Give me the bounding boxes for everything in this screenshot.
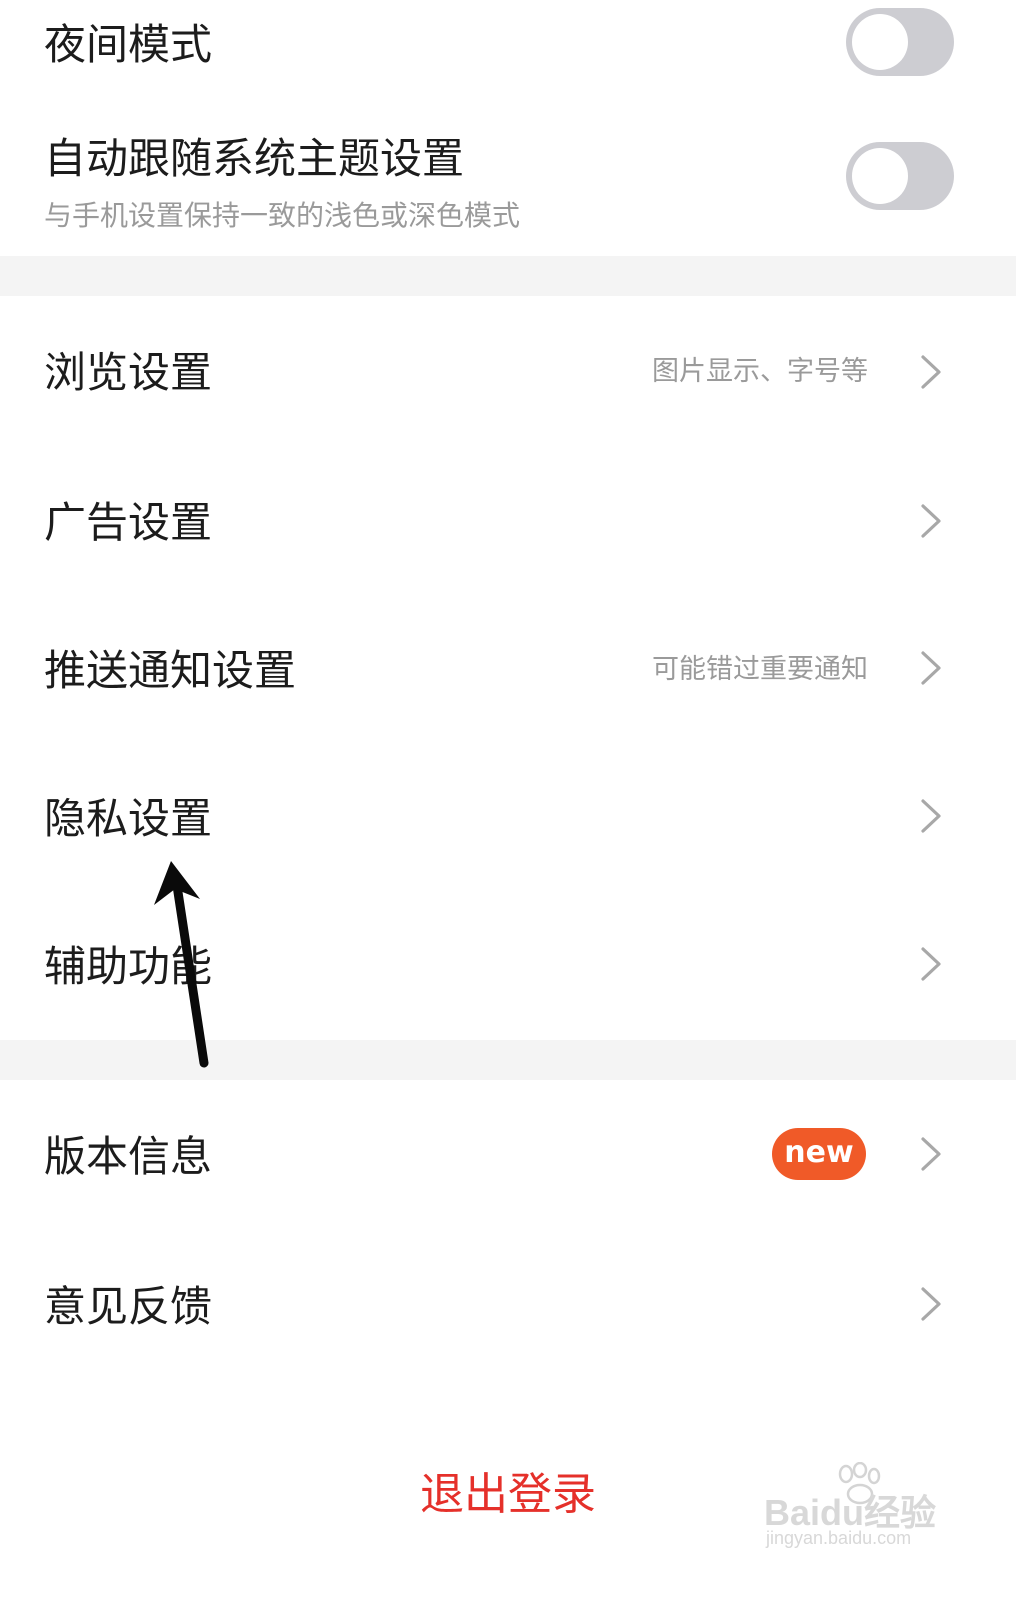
section-divider bbox=[0, 256, 1016, 296]
chevron-right-icon bbox=[921, 1137, 941, 1171]
chevron-right-icon bbox=[921, 504, 941, 538]
follow-system-theme-label: 自动跟随系统主题设置 bbox=[44, 134, 465, 183]
night-mode-row[interactable]: 夜间模式 bbox=[0, 0, 1016, 100]
push-settings-hint: 可能错过重要通知 bbox=[652, 654, 868, 685]
privacy-settings-label: 隐私设置 bbox=[44, 794, 213, 843]
section-divider bbox=[0, 1040, 1016, 1080]
night-mode-label: 夜间模式 bbox=[44, 20, 213, 69]
follow-system-theme-row[interactable]: 自动跟随系统主题设置 与手机设置保持一致的浅色或深色模式 bbox=[0, 112, 1016, 256]
feedback-label: 意见反馈 bbox=[44, 1282, 213, 1331]
push-settings-row[interactable]: 推送通知设置 可能错过重要通知 bbox=[0, 594, 1016, 742]
chevron-right-icon bbox=[921, 1287, 941, 1321]
chevron-right-icon bbox=[921, 355, 941, 389]
chevron-right-icon bbox=[921, 947, 941, 981]
ad-settings-row[interactable]: 广告设置 bbox=[0, 446, 1016, 594]
feedback-row[interactable]: 意见反馈 bbox=[0, 1230, 1016, 1378]
night-mode-toggle[interactable] bbox=[846, 8, 954, 76]
accessibility-row[interactable]: 辅助功能 bbox=[0, 890, 1016, 1040]
accessibility-label: 辅助功能 bbox=[44, 942, 213, 991]
follow-system-theme-toggle[interactable] bbox=[846, 142, 954, 210]
chevron-right-icon bbox=[921, 651, 941, 685]
baidu-jingyan-watermark: Baidu经验 jingyan.baidu.com bbox=[760, 1462, 950, 1552]
version-info-label: 版本信息 bbox=[44, 1132, 213, 1181]
settings-page: 夜间模式 自动跟随系统主题设置 与手机设置保持一致的浅色或深色模式 浏览设置 图… bbox=[0, 0, 1016, 1600]
push-settings-label: 推送通知设置 bbox=[44, 646, 297, 695]
browse-settings-label: 浏览设置 bbox=[44, 348, 213, 397]
version-info-row[interactable]: 版本信息 new bbox=[0, 1080, 1016, 1230]
follow-system-theme-description: 与手机设置保持一致的浅色或深色模式 bbox=[44, 199, 521, 232]
watermark-url: jingyan.baidu.com bbox=[766, 1528, 912, 1548]
browse-settings-row[interactable]: 浏览设置 图片显示、字号等 bbox=[0, 296, 1016, 446]
privacy-settings-row[interactable]: 隐私设置 bbox=[0, 742, 1016, 890]
new-badge: new bbox=[772, 1128, 866, 1180]
browse-settings-hint: 图片显示、字号等 bbox=[652, 356, 868, 387]
ad-settings-label: 广告设置 bbox=[44, 498, 213, 547]
toggle-knob bbox=[852, 148, 908, 204]
toggle-knob bbox=[852, 14, 908, 70]
chevron-right-icon bbox=[921, 799, 941, 833]
